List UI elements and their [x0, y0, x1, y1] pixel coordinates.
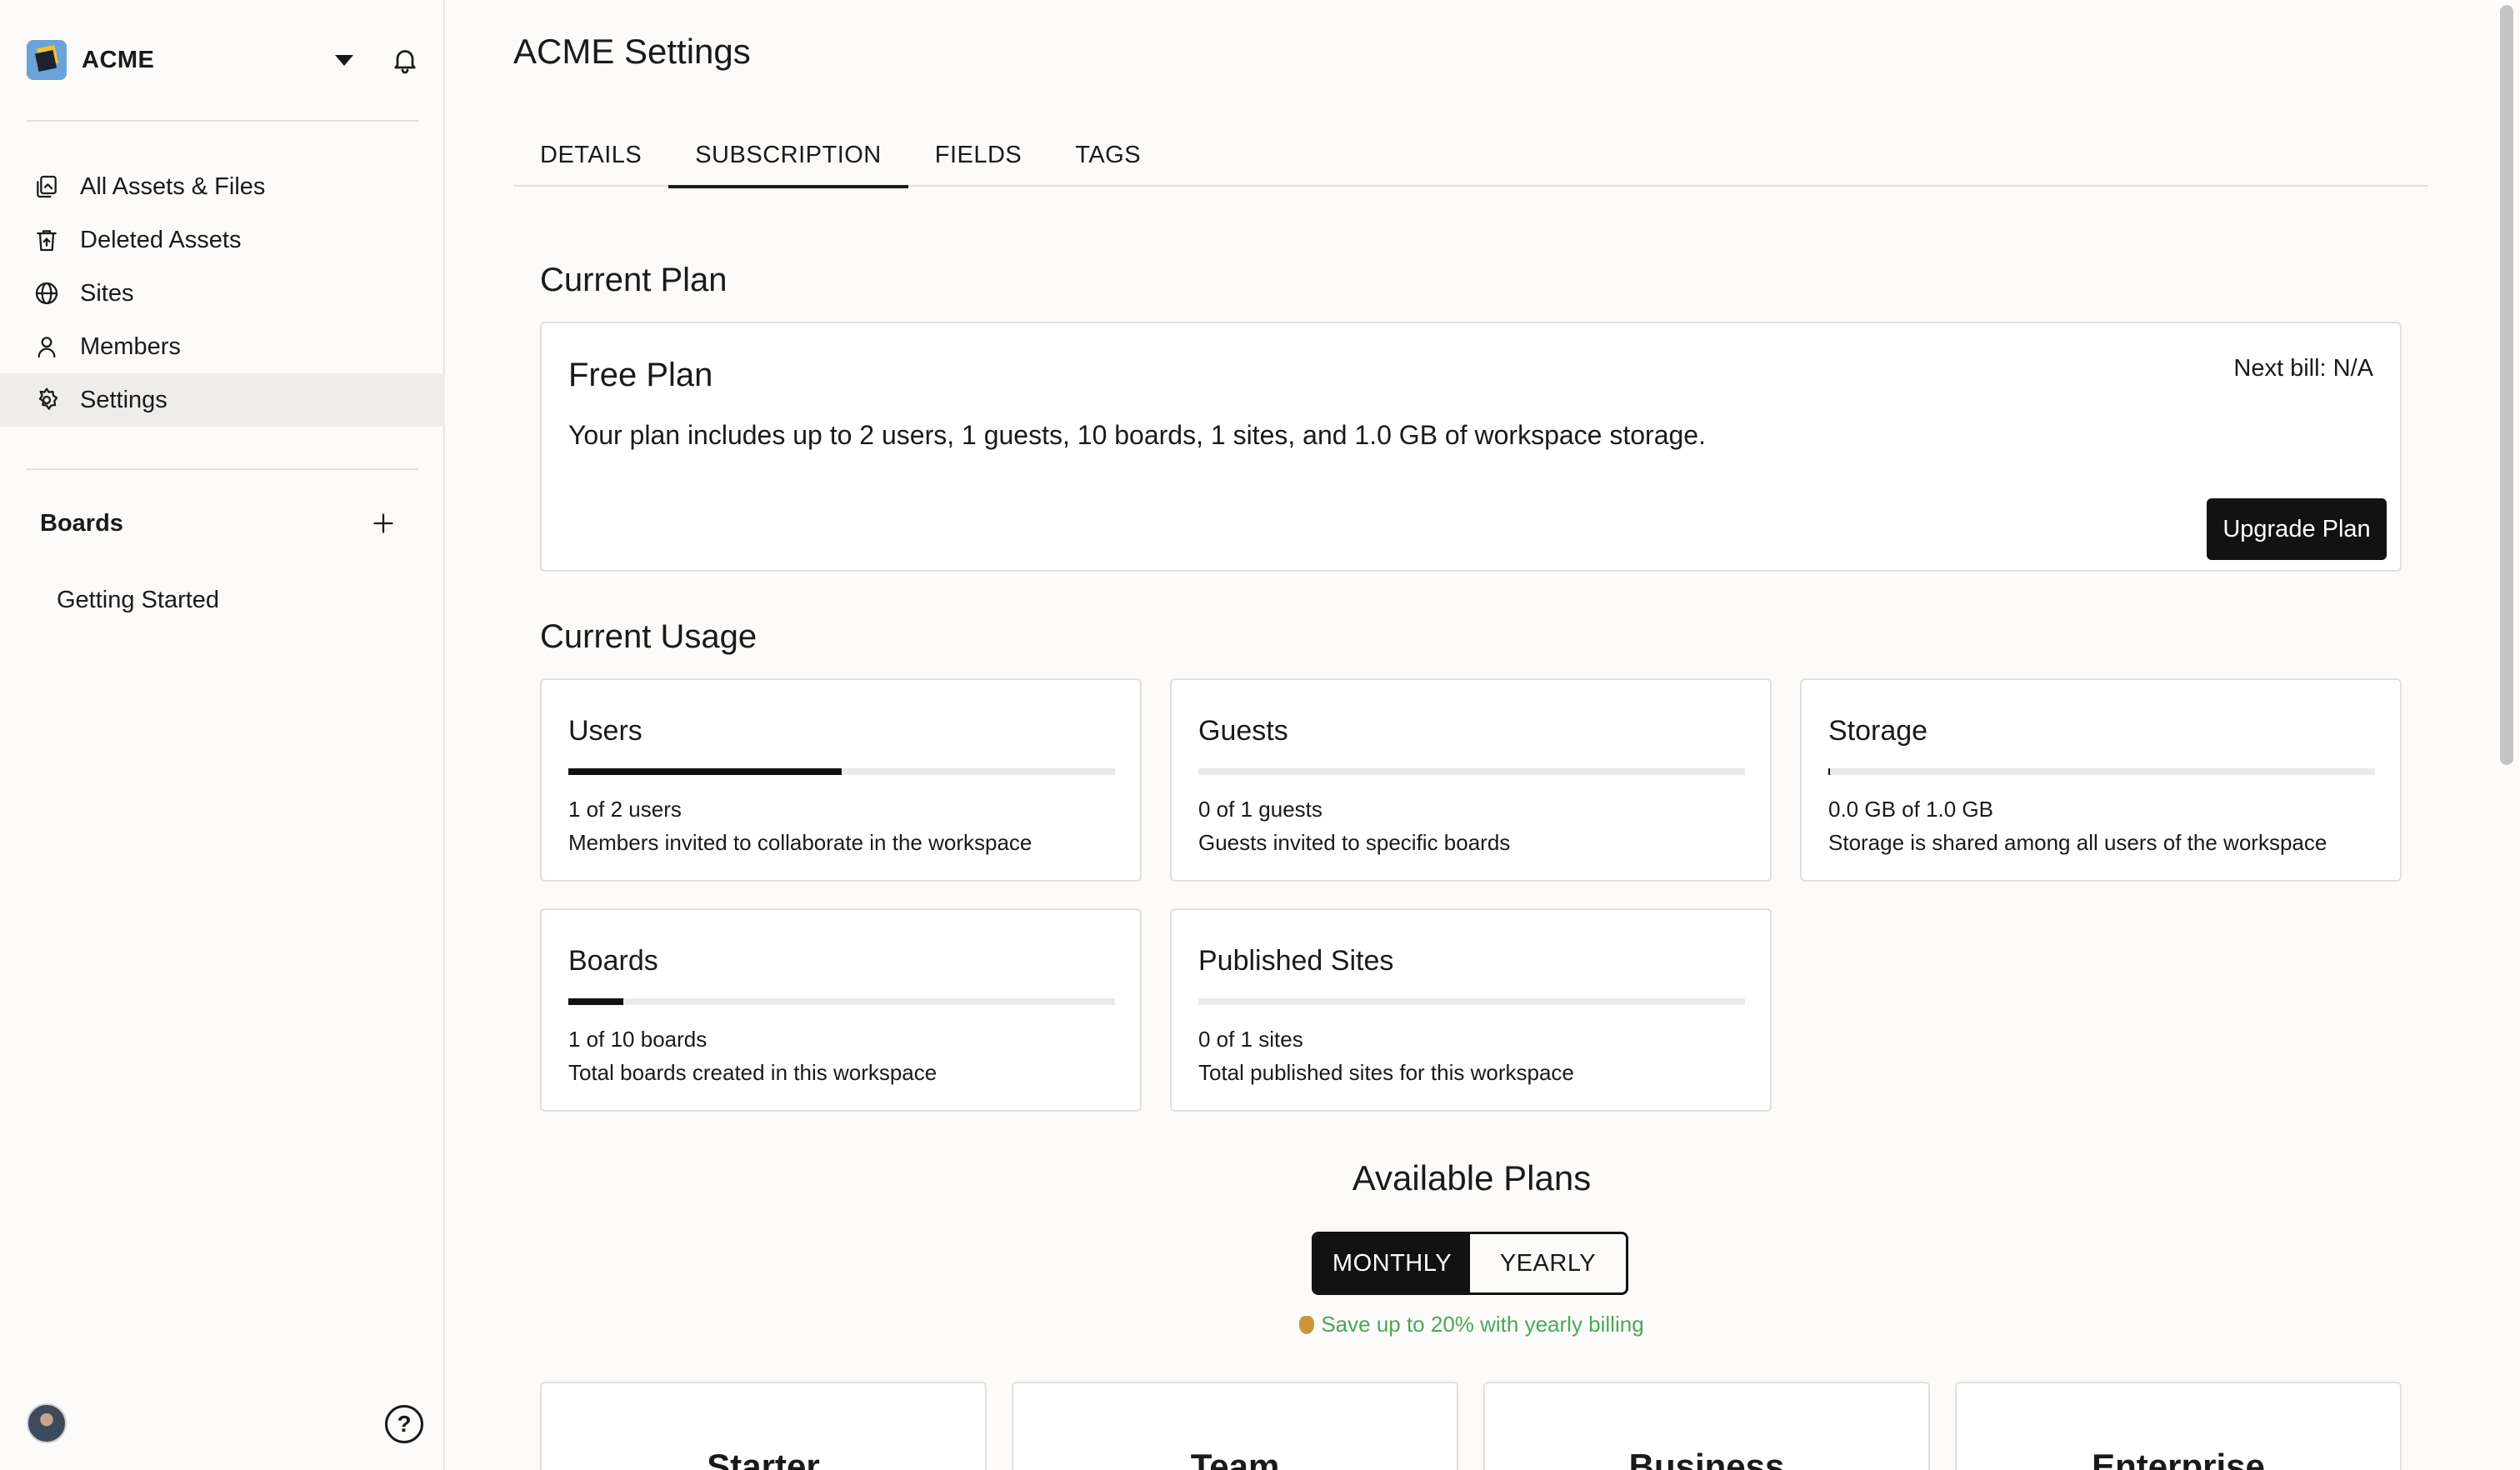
plan-name: Free Plan	[568, 357, 713, 393]
tab-fields[interactable]: FIELDS	[908, 123, 1049, 187]
sidebar-item-members[interactable]: Members	[0, 320, 445, 373]
usage-progress-fill	[568, 768, 842, 775]
person-icon	[33, 333, 60, 360]
tier-name: Business	[1628, 1447, 1785, 1470]
usage-card-guests: Guests 0 of 1 guests Guests invited to s…	[1170, 678, 1772, 882]
usage-progress-bar	[1198, 768, 1745, 775]
usage-title: Guests	[1198, 715, 1288, 747]
tier-name: Starter	[707, 1447, 820, 1470]
sidebar-nav: All Assets & Files Deleted Assets Sites …	[0, 160, 445, 427]
current-plan-heading: Current Plan	[540, 262, 728, 298]
usage-progress-bar	[568, 998, 1115, 1005]
plan-tier-card[interactable]: Team	[1012, 1382, 1458, 1470]
question-mark-icon: ?	[397, 1411, 412, 1437]
sidebar-item-label: Settings	[80, 386, 168, 413]
settings-tabs: DETAILS SUBSCRIPTION FIELDS TAGS	[513, 123, 2428, 188]
page-scrollbar[interactable]	[2497, 0, 2520, 1470]
current-plan-card: Free Plan Your plan includes up to 2 use…	[540, 322, 2402, 572]
sidebar-item-sites[interactable]: Sites	[0, 267, 445, 320]
usage-description: Members invited to collaborate in the wo…	[568, 830, 1032, 855]
plan-tier-card[interactable]: Enterprise	[1955, 1382, 2402, 1470]
usage-card-storage: Storage 0.0 GB of 1.0 GB Storage is shar…	[1800, 678, 2402, 882]
boards-title: Boards	[40, 509, 123, 537]
add-board-button[interactable]	[368, 508, 398, 538]
sidebar-item-label: Sites	[80, 279, 134, 307]
sidebar-item-label: Members	[80, 332, 181, 360]
sidebar-item-label: All Assets & Files	[80, 172, 266, 200]
savings-text: Save up to 20% with yearly billing	[1321, 1312, 1644, 1337]
plus-icon	[373, 513, 393, 533]
usage-description: Storage is shared among all users of the…	[1828, 830, 2328, 855]
chevron-down-icon[interactable]	[335, 55, 353, 66]
billing-monthly-option[interactable]: MONTHLY	[1314, 1234, 1470, 1292]
usage-count: 0 of 1 guests	[1198, 797, 1322, 822]
workspace-name: ACME	[82, 46, 155, 73]
tier-name: Enterprise	[2092, 1447, 2265, 1470]
app-window: ACME All Assets & Files Deleted Assets S…	[0, 0, 2520, 1470]
scrollbar-thumb[interactable]	[2500, 5, 2513, 765]
usage-progress-fill	[568, 998, 623, 1005]
avatar[interactable]	[27, 1403, 67, 1443]
tab-subscription[interactable]: SUBSCRIPTION	[668, 123, 908, 188]
bell-icon[interactable]	[390, 45, 420, 75]
sidebar-item-label: Deleted Assets	[80, 226, 242, 253]
page-title: ACME Settings	[513, 32, 751, 71]
sidebar-divider	[27, 120, 418, 122]
plan-description: Your plan includes up to 2 users, 1 gues…	[568, 420, 1706, 450]
usage-title: Users	[568, 715, 642, 747]
billing-period-toggle: MONTHLY YEARLY	[1312, 1232, 1628, 1295]
usage-progress-bar	[568, 768, 1115, 775]
boards-header: Boards	[40, 507, 398, 540]
usage-count: 0 of 1 sites	[1198, 1027, 1303, 1052]
sidebar: ACME All Assets & Files Deleted Assets S…	[0, 0, 445, 1470]
usage-description: Guests invited to specific boards	[1198, 830, 1511, 855]
sidebar-item-all-assets[interactable]: All Assets & Files	[0, 160, 445, 213]
sidebar-divider	[27, 468, 418, 470]
plan-tier-card[interactable]: Starter	[540, 1382, 987, 1470]
usage-progress-fill	[1828, 768, 1830, 775]
usage-progress-bar	[1198, 998, 1745, 1005]
money-bag-icon	[1299, 1316, 1315, 1334]
usage-card-published-sites: Published Sites 0 of 1 sites Total publi…	[1170, 908, 1772, 1112]
next-bill: Next bill: N/A	[2233, 355, 2373, 382]
help-button[interactable]: ?	[385, 1405, 423, 1443]
usage-description: Total published sites for this workspace	[1198, 1060, 1574, 1085]
workspace-logo	[27, 40, 67, 80]
usage-description: Total boards created in this workspace	[568, 1060, 938, 1085]
usage-title: Published Sites	[1198, 945, 1394, 977]
tier-name: Team	[1190, 1447, 1280, 1470]
usage-count: 1 of 2 users	[568, 797, 682, 822]
tab-tags[interactable]: TAGS	[1048, 123, 1168, 187]
yearly-savings-note: Save up to 20% with yearly billing	[447, 1312, 2497, 1338]
files-icon	[33, 173, 60, 200]
usage-card-users: Users 1 of 2 users Members invited to co…	[540, 678, 1142, 882]
sidebar-item-settings[interactable]: Settings	[0, 373, 445, 427]
tab-details[interactable]: DETAILS	[513, 123, 668, 187]
current-usage-heading: Current Usage	[540, 618, 758, 655]
workspace-switcher[interactable]: ACME	[27, 40, 418, 80]
usage-progress-bar	[1828, 768, 2375, 775]
sidebar-item-deleted-assets[interactable]: Deleted Assets	[0, 213, 445, 267]
plan-tier-card[interactable]: Business	[1483, 1382, 1930, 1470]
globe-icon	[33, 280, 60, 307]
usage-title: Boards	[568, 945, 658, 977]
usage-card-boards: Boards 1 of 10 boards Total boards creat…	[540, 908, 1142, 1112]
usage-count: 0.0 GB of 1.0 GB	[1828, 797, 1993, 822]
main-content: ACME Settings DETAILS SUBSCRIPTION FIELD…	[447, 0, 2497, 1470]
gear-icon	[33, 387, 60, 413]
available-plans-heading: Available Plans	[1352, 1158, 1592, 1198]
trash-restore-icon	[33, 227, 60, 253]
usage-count: 1 of 10 boards	[568, 1027, 708, 1052]
usage-title: Storage	[1828, 715, 1928, 747]
board-item-getting-started[interactable]: Getting Started	[57, 587, 219, 614]
upgrade-plan-button[interactable]: Upgrade Plan	[2207, 498, 2387, 560]
billing-yearly-option[interactable]: YEARLY	[1470, 1234, 1626, 1292]
